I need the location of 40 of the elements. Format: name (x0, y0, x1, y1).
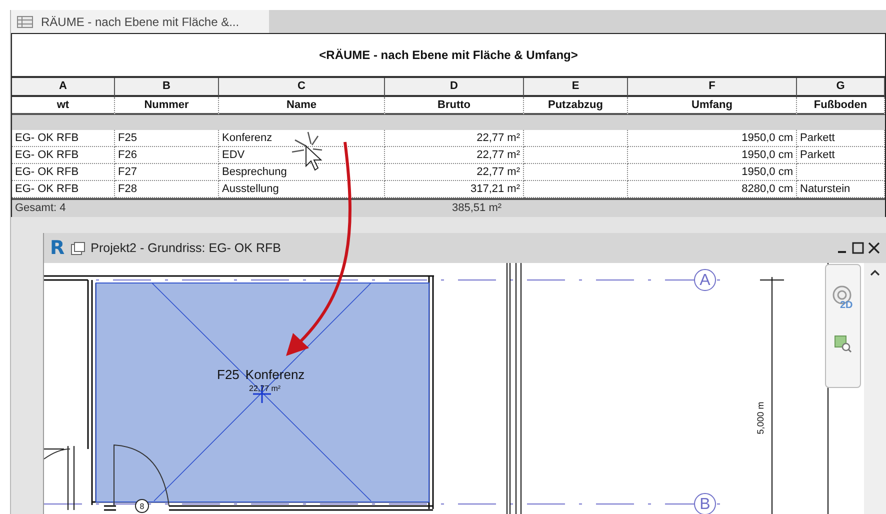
grid-bubble[interactable]: B (694, 493, 716, 514)
table-cell: 1950,0 cm (628, 164, 797, 181)
floor-plan-icon (70, 242, 85, 254)
column-letter: E (524, 78, 628, 97)
column-letter: A (12, 78, 115, 97)
column-letter: F (628, 78, 797, 97)
table-cell: F25 (115, 130, 219, 147)
column-letter: B (115, 78, 219, 97)
table-cell: Konferenz (219, 130, 385, 147)
column-letter: C (219, 78, 385, 97)
app-logo: R (50, 237, 65, 259)
maximize-icon[interactable] (852, 242, 864, 254)
table-cell: EG- OK RFB (12, 147, 115, 164)
table-cell: Parkett (797, 130, 885, 147)
schedule-title: <RÄUME - nach Ebene mit Fläche & Umfang> (319, 48, 578, 62)
table-cell: 1950,0 cm (628, 147, 797, 164)
table-cell: Parkett (797, 147, 885, 164)
table-cell: F27 (115, 164, 219, 181)
grid-bubble[interactable]: A (694, 269, 716, 291)
table-cell: EG- OK RFB (12, 164, 115, 181)
cursor-icon (291, 131, 323, 171)
close-icon[interactable] (868, 242, 880, 254)
table-cell: F26 (115, 147, 219, 164)
zoom-icon[interactable] (834, 335, 852, 353)
table-icon (17, 16, 33, 28)
schedule-tab[interactable]: RÄUME - nach Ebene mit Fläche &... (11, 10, 269, 33)
scroll-up-icon[interactable] (870, 269, 880, 276)
column-letter: D (385, 78, 524, 97)
table-cell: 1950,0 cm (628, 130, 797, 147)
door-tag: 8 (135, 499, 149, 513)
table-cell: 22,77 m² (385, 164, 524, 181)
column-letter: G (797, 78, 885, 97)
window-title: Projekt2 - Grundriss: EG- OK RFB (90, 241, 281, 255)
table-cell: 22,77 m² (385, 147, 524, 164)
dimension-text: 5,000 m (755, 402, 766, 434)
total-area: 385,51 m² (452, 202, 502, 214)
table-cell: 22,77 m² (385, 130, 524, 147)
table-cell: EG- OK RFB (12, 130, 115, 147)
wheel-label: 2D (840, 300, 853, 311)
total-label: Gesamt: 4 (15, 202, 66, 214)
